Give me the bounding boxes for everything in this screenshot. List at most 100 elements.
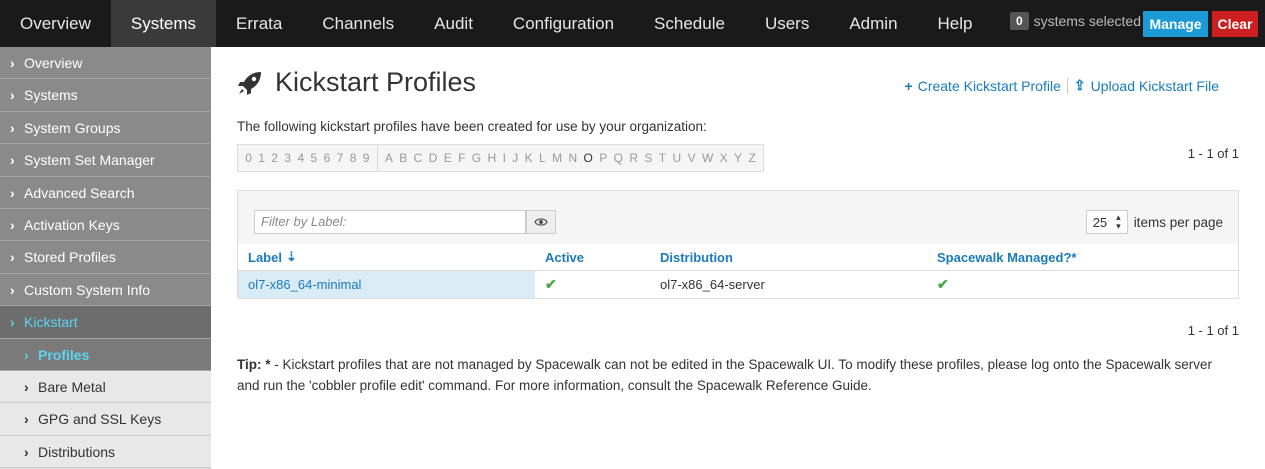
profile-label-link[interactable]: ol7-x86_64-minimal bbox=[238, 271, 535, 298]
alphabar-letters-w: W bbox=[701, 151, 714, 165]
sidebar-item-label: System Set Manager bbox=[24, 152, 155, 169]
manage-button[interactable]: Manage bbox=[1143, 11, 1208, 37]
tip-prefix: Tip: * bbox=[237, 357, 275, 372]
alphabar-letters-e: E bbox=[443, 151, 452, 165]
page-header: Kickstart Profiles bbox=[237, 67, 476, 98]
sidebar-item-system-groups[interactable]: › System Groups bbox=[0, 111, 211, 145]
sidebar-item-activation-keys[interactable]: › Activation Keys bbox=[0, 208, 211, 242]
items-per-page: 25 ▴ ▾ items per page bbox=[1085, 210, 1223, 234]
sidebar-item-system-set-manager[interactable]: › System Set Manager bbox=[0, 144, 211, 177]
main-content: Kickstart Profiles + Create Kickstart Pr… bbox=[211, 47, 1265, 469]
items-per-page-label: items per page bbox=[1133, 214, 1223, 230]
column-header-distribution: Distribution bbox=[660, 249, 733, 265]
alphabar-letters-r: R bbox=[629, 151, 639, 165]
sidebar-item-systems[interactable]: › Systems bbox=[0, 79, 211, 112]
alphabar-letters: ABCDEFGHIJKLMNOPQRSTUVWXYZ bbox=[376, 145, 763, 171]
column-header-managed: Spacewalk Managed?* bbox=[937, 249, 1077, 265]
alphabar-letters-x: X bbox=[719, 151, 728, 165]
alphabar-letters-i: I bbox=[502, 151, 506, 165]
sort-ascending-icon: ⇣ bbox=[285, 249, 297, 264]
checkmark-icon: ✔ bbox=[545, 276, 557, 292]
chevron-right-icon: › bbox=[24, 346, 29, 363]
items-per-page-value: 25 bbox=[1092, 214, 1108, 230]
alphabar-letters-o[interactable]: O bbox=[580, 151, 596, 165]
alphabar-letters-n: N bbox=[568, 151, 578, 165]
sidebar-item-label: Kickstart bbox=[24, 314, 78, 331]
alphabar-letters-m: M bbox=[552, 151, 563, 165]
alphabar-letters-l: L bbox=[539, 151, 546, 165]
pagination-summary-bottom: 1 - 1 of 1 bbox=[1187, 323, 1239, 338]
alphabar-letters-g: G bbox=[471, 151, 482, 165]
chevron-right-icon: › bbox=[10, 249, 15, 266]
alphabar-letters-t: T bbox=[658, 151, 667, 165]
alphabar-digits-4: 4 bbox=[297, 151, 305, 165]
items-per-page-select[interactable]: 25 ▴ ▾ bbox=[1085, 210, 1128, 234]
upload-kickstart-file-link[interactable]: ⇪ Upload Kickstart File bbox=[1074, 77, 1219, 94]
alphabar-letters-y: Y bbox=[734, 151, 743, 165]
nav-errata[interactable]: Errata bbox=[216, 0, 302, 47]
alphabar-digits-3: 3 bbox=[284, 151, 292, 165]
nav-users[interactable]: Users bbox=[745, 0, 829, 47]
sidebar-item-label: Advanced Search bbox=[24, 184, 135, 201]
sidebar: › Overview › Systems › System Groups › Syste… bbox=[0, 47, 211, 469]
sidebar-item-label: Custom System Info bbox=[24, 281, 151, 298]
alphabar-letters-u: U bbox=[672, 151, 682, 165]
divider bbox=[1066, 77, 1068, 94]
alphabar-letters-z: Z bbox=[748, 151, 756, 165]
filter-button[interactable] bbox=[526, 210, 556, 234]
updown-caret-icon: ▴ ▾ bbox=[1116, 212, 1121, 231]
sidebar-item-distributions[interactable]: › Distributions bbox=[0, 435, 211, 469]
nav-admin[interactable]: Admin bbox=[829, 0, 917, 47]
upload-icon: ⇪ bbox=[1073, 77, 1086, 93]
alphabar-letters-f: F bbox=[458, 151, 466, 165]
systems-selected-label: systems selected bbox=[1033, 13, 1141, 29]
sidebar-item-kickstart[interactable]: › Kickstart bbox=[0, 306, 211, 339]
tip-body: - Kickstart profiles that are not manage… bbox=[237, 357, 1213, 393]
alphabar-letters-k: K bbox=[524, 151, 533, 165]
alphabar-letters-h: H bbox=[487, 151, 497, 165]
profiles-table-panel: Filter by Label: 25 ▴ ▾ items per page La… bbox=[237, 190, 1239, 299]
alphabar-letters-c: C bbox=[413, 151, 423, 165]
chevron-right-icon: › bbox=[10, 152, 15, 169]
chevron-right-icon: › bbox=[10, 87, 15, 104]
create-kickstart-profile-link[interactable]: + Create Kickstart Profile bbox=[905, 78, 1061, 94]
nav-help[interactable]: Help bbox=[918, 0, 993, 47]
active-cell: ✔ bbox=[535, 276, 650, 293]
sidebar-item-label: Stored Profiles bbox=[24, 249, 116, 266]
alphabar-digits-6: 6 bbox=[323, 151, 331, 165]
tip-text: Tip: * - Kickstart profiles that are not… bbox=[237, 354, 1237, 396]
nav-audit[interactable]: Audit bbox=[414, 0, 493, 47]
chevron-right-icon: › bbox=[24, 411, 29, 428]
chevron-right-icon: › bbox=[10, 281, 15, 298]
upload-kickstart-file-label: Upload Kickstart File bbox=[1090, 77, 1219, 94]
alphabar-digits: 0123456789 bbox=[238, 145, 377, 171]
sidebar-item-gpg-ssl-keys[interactable]: › GPG and SSL Keys bbox=[0, 403, 211, 436]
nav-channels[interactable]: Channels bbox=[302, 0, 414, 47]
sidebar-item-advanced-search[interactable]: › Advanced Search bbox=[0, 176, 211, 209]
nav-schedule[interactable]: Schedule bbox=[634, 0, 745, 47]
sidebar-item-bare-metal[interactable]: › Bare Metal bbox=[0, 370, 211, 404]
top-navigation: Overview Systems Errata Channels Audit C… bbox=[0, 0, 1265, 47]
sidebar-item-overview[interactable]: › Overview bbox=[0, 47, 211, 80]
alphabar-letters-s: S bbox=[644, 151, 653, 165]
sidebar-item-label: Profiles bbox=[38, 346, 90, 363]
alphabar-letters-d: D bbox=[428, 151, 438, 165]
chevron-right-icon: › bbox=[24, 443, 29, 460]
filter-by-label-input[interactable]: Filter by Label: bbox=[254, 210, 526, 234]
nav-overview[interactable]: Overview bbox=[0, 0, 111, 47]
eye-icon bbox=[534, 218, 548, 226]
column-header-label[interactable]: Label ⇣ bbox=[238, 244, 535, 270]
sidebar-item-label: GPG and SSL Keys bbox=[38, 411, 162, 428]
nav-systems[interactable]: Systems bbox=[110, 0, 217, 47]
nav-configuration[interactable]: Configuration bbox=[493, 0, 634, 47]
sidebar-item-label: Systems bbox=[24, 87, 78, 104]
checkmark-icon: ✔ bbox=[937, 276, 949, 292]
distribution-cell: ol7-x86_64-server bbox=[660, 277, 765, 292]
clear-button[interactable]: Clear bbox=[1212, 11, 1258, 37]
sidebar-item-custom-system-info[interactable]: › Custom System Info bbox=[0, 273, 211, 307]
sidebar-item-profiles[interactable]: › Profiles bbox=[0, 338, 211, 371]
sidebar-item-stored-profiles[interactable]: › Stored Profiles bbox=[0, 241, 211, 274]
alphabar-letters-p: P bbox=[599, 151, 608, 165]
table-header: Label ⇣ Active Distribution Spacewalk Man… bbox=[238, 244, 1238, 271]
create-kickstart-profile-label: Create Kickstart Profile bbox=[917, 77, 1061, 94]
